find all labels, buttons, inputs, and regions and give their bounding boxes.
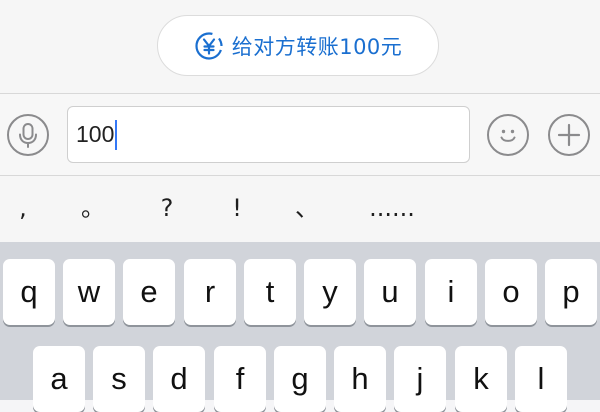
message-input-bar: 100 bbox=[0, 93, 600, 176]
punctuation-key[interactable]: ? bbox=[152, 190, 182, 226]
suggestion-area: 给对方转账100元 bbox=[0, 0, 600, 93]
text-cursor bbox=[115, 119, 118, 150]
key-t[interactable]: t bbox=[244, 259, 296, 325]
transfer-suggestion-button[interactable]: 给对方转账100元 bbox=[157, 15, 439, 76]
key-f[interactable]: f bbox=[214, 346, 266, 412]
key-u[interactable]: u bbox=[364, 259, 416, 325]
key-a[interactable]: a bbox=[33, 346, 85, 412]
transfer-suggestion-label: 给对方转账100元 bbox=[231, 34, 403, 59]
key-w[interactable]: w bbox=[63, 259, 115, 325]
key-l[interactable]: l bbox=[515, 346, 567, 412]
more-actions-button[interactable] bbox=[548, 114, 590, 156]
key-r[interactable]: r bbox=[184, 259, 236, 325]
microphone-icon bbox=[19, 123, 37, 148]
key-e[interactable]: e bbox=[123, 259, 175, 325]
smiley-icon bbox=[500, 129, 516, 142]
plus-circle-icon bbox=[557, 123, 581, 147]
key-i[interactable]: i bbox=[425, 259, 477, 325]
keyboard: q w e r t y u i o p a s d f g h j k l bbox=[0, 242, 600, 412]
message-text-value: 100 bbox=[76, 121, 115, 147]
key-s[interactable]: s bbox=[93, 346, 145, 412]
punctuation-key[interactable]: ...... bbox=[362, 190, 422, 226]
key-g[interactable]: g bbox=[274, 346, 326, 412]
key-o[interactable]: o bbox=[485, 259, 537, 325]
key-h[interactable]: h bbox=[334, 346, 386, 412]
key-q[interactable]: q bbox=[3, 259, 55, 325]
key-k[interactable]: k bbox=[455, 346, 507, 412]
emoji-button[interactable] bbox=[487, 114, 529, 156]
punctuation-key[interactable]: ! bbox=[222, 190, 252, 226]
yen-circle-icon bbox=[195, 31, 223, 60]
punctuation-key[interactable]: 。 bbox=[78, 190, 108, 226]
punctuation-candidate-row: , 。 ? ! 、 ...... bbox=[0, 176, 600, 242]
key-y[interactable]: y bbox=[304, 259, 356, 325]
voice-input-button[interactable] bbox=[7, 114, 49, 156]
key-j[interactable]: j bbox=[394, 346, 446, 412]
key-d[interactable]: d bbox=[153, 346, 205, 412]
punctuation-key[interactable]: , bbox=[8, 190, 38, 226]
key-p[interactable]: p bbox=[545, 259, 597, 325]
message-text-field[interactable]: 100 bbox=[67, 106, 470, 163]
punctuation-key[interactable]: 、 bbox=[292, 190, 322, 226]
